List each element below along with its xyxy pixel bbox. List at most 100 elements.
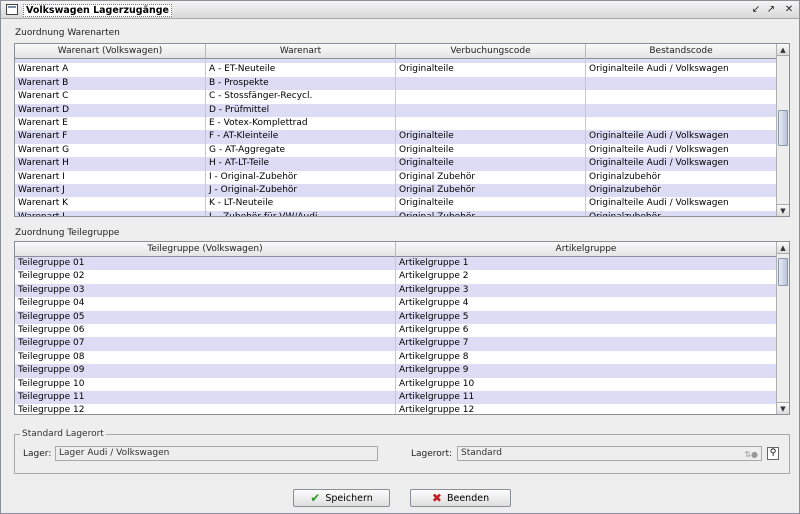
table-cell: Originalteile Audi / Volkswagen: [586, 197, 777, 211]
minimize-icon[interactable]: ↙: [750, 4, 762, 16]
teilegruppe-section-label: Zuordnung Teilegruppe: [15, 228, 120, 238]
sort-key-icon: ⇅●: [744, 450, 758, 459]
scroll-down-icon[interactable]: ▼: [777, 402, 789, 414]
table-cell: Artikelgruppe 3: [396, 283, 777, 298]
table-row[interactable]: Teilegruppe 08 Artikelgruppe 8: [15, 350, 777, 365]
teilegruppe-table: Teilegruppe (Volkswagen) Artikelgruppe Te…: [14, 241, 790, 415]
table-row[interactable]: Teilegruppe 05 Artikelgruppe 5: [15, 310, 777, 324]
save-button[interactable]: ✔ Speichern: [293, 489, 390, 507]
table-row[interactable]: Warenart CC - Stossfänger-Recycl.: [15, 90, 777, 104]
table-cell: Warenart B: [15, 76, 206, 91]
scroll-up-icon[interactable]: ▲: [777, 242, 789, 254]
teilegruppe-table-body: Teilegruppe 01 Artikelgruppe 1 Teilegruppe…: [15, 257, 777, 414]
warenarten-section-label: Zuordnung Warenarten: [15, 28, 120, 38]
table-cell: Warenart H: [15, 157, 206, 171]
table-cell: [396, 116, 586, 131]
close-button[interactable]: ✖ Beenden: [410, 489, 511, 507]
table-cell: Originalteile: [396, 63, 586, 77]
column-header[interactable]: Artikelgruppe: [396, 242, 777, 257]
table-cell: Originalteile Audi / Volkswagen: [586, 63, 777, 77]
column-header[interactable]: Warenart: [206, 44, 396, 59]
table-cell: Teilegruppe 03: [15, 283, 396, 298]
table-cell: Warenart L: [15, 210, 206, 216]
table-row[interactable]: Teilegruppe 01 Artikelgruppe 1: [15, 257, 777, 271]
table-cell: Artikelgruppe 6: [396, 323, 777, 338]
table-row[interactable]: Warenart GG - AT-Aggregate Originalteile O…: [15, 143, 777, 158]
table-row[interactable]: Warenart EE - Votex-Komplettrad: [15, 116, 777, 131]
title-bar[interactable]: Volkswagen Lagerzugänge ↙ ↗ ✕: [1, 1, 799, 19]
close-button-label: Beenden: [446, 492, 490, 504]
window: Volkswagen Lagerzugänge ↙ ↗ ✕ Zuordnung …: [0, 0, 800, 514]
warenarten-scrollbar[interactable]: ▲ ▼: [776, 44, 789, 216]
table-cell: Originalteile: [396, 157, 586, 171]
table-row[interactable]: Teilegruppe 12 Artikelgruppe 12: [15, 404, 777, 414]
table-cell: Originalteile: [396, 130, 586, 144]
table-cell: Teilegruppe 09: [15, 364, 396, 378]
scrollbar-thumb[interactable]: [778, 110, 788, 146]
table-cell: [586, 90, 777, 104]
table-cell: K - LT-Neuteile: [206, 197, 396, 211]
table-cell: Originalzubehör: [586, 210, 777, 216]
table-cell: J - Original-Zubehör: [206, 183, 396, 198]
table-row[interactable]: Warenart FF - AT-Kleinteile Originalteile…: [15, 130, 777, 144]
table-row[interactable]: Warenart AA - ET-Neuteile Originalteile Or…: [15, 63, 777, 77]
table-row[interactable]: Warenart JJ - Original-Zubehör Original Z…: [15, 183, 777, 198]
table-cell: Original Zubehör: [396, 210, 586, 216]
scroll-up-icon[interactable]: ▲: [777, 44, 789, 56]
table-cell: Artikelgruppe 8: [396, 350, 777, 365]
close-icon[interactable]: ✕: [783, 4, 795, 16]
table-row[interactable]: Teilegruppe 06 Artikelgruppe 6: [15, 323, 777, 338]
table-cell: Warenart K: [15, 197, 206, 211]
table-cell: Teilegruppe 08: [15, 350, 396, 365]
lagerort-field[interactable]: Standard ⇅●: [457, 446, 762, 461]
table-row[interactable]: Warenart LL - Zubehör für VW/Audi Origina…: [15, 210, 777, 216]
table-cell: Original Zubehör: [396, 183, 586, 198]
table-cell: Originalteile Audi / Volkswagen: [586, 130, 777, 144]
table-row[interactable]: Teilegruppe 02 Artikelgruppe 2: [15, 270, 777, 284]
table-row[interactable]: Warenart DD - Prüfmittel: [15, 103, 777, 117]
table-cell: Artikelgruppe 9: [396, 364, 777, 378]
table-cell: Artikelgruppe 10: [396, 377, 777, 391]
column-header[interactable]: Bestandscode: [586, 44, 777, 59]
table-cell: A - ET-Neuteile: [206, 63, 396, 77]
table-cell: Originalteile Audi / Volkswagen: [586, 157, 777, 171]
lagerort-lookup-button[interactable]: ⚲: [767, 447, 779, 460]
teilegruppe-scrollbar[interactable]: ▲ ▼: [776, 242, 789, 414]
table-cell: Teilegruppe 07: [15, 337, 396, 351]
save-button-label: Speichern: [325, 492, 373, 504]
warenarten-table-header: Warenart (Volkswagen) Warenart Verbuchungs…: [15, 44, 777, 59]
table-cell: Artikelgruppe 1: [396, 257, 777, 271]
scrollbar-thumb[interactable]: [778, 258, 788, 286]
column-header[interactable]: Verbuchungscode: [396, 44, 586, 59]
table-cell: Warenart J: [15, 183, 206, 198]
table-cell: Teilegruppe 06: [15, 323, 396, 338]
table-row[interactable]: Warenart HH - AT-LT-Teile Originalteile Or…: [15, 157, 777, 171]
scroll-down-icon[interactable]: ▼: [777, 204, 789, 216]
table-row[interactable]: Teilegruppe 07 Artikelgruppe 7: [15, 337, 777, 351]
table-row[interactable]: Teilegruppe 04 Artikelgruppe 4: [15, 297, 777, 311]
table-cell: I - Original-Zubehör: [206, 170, 396, 184]
table-cell: L - Zubehör für VW/Audi: [206, 210, 396, 216]
table-cell: Originalzubehör: [586, 183, 777, 198]
maximize-icon[interactable]: ↗: [765, 4, 777, 16]
table-cell: C - Stossfänger-Recycl.: [206, 90, 396, 104]
table-row[interactable]: Warenart KK - LT-Neuteile Originalteile Or…: [15, 197, 777, 211]
table-cell: Warenart C: [15, 90, 206, 104]
table-row[interactable]: Teilegruppe 03 Artikelgruppe 3: [15, 283, 777, 298]
table-row[interactable]: Warenart II - Original-Zubehör Original Z…: [15, 170, 777, 184]
table-cell: [396, 76, 586, 91]
table-cell: E - Votex-Komplettrad: [206, 116, 396, 131]
table-row[interactable]: Warenart BB - Prospekte: [15, 76, 777, 91]
table-row[interactable]: Teilegruppe 11 Artikelgruppe 11: [15, 390, 777, 405]
table-row[interactable]: Teilegruppe 09 Artikelgruppe 9: [15, 364, 777, 378]
standard-lagerort-title: Standard Lagerort: [20, 429, 106, 439]
lagerort-label: Lagerort:: [411, 449, 453, 459]
table-row[interactable]: Teilegruppe 10 Artikelgruppe 10: [15, 377, 777, 391]
column-header[interactable]: Warenart (Volkswagen): [15, 44, 206, 59]
table-cell: Warenart D: [15, 103, 206, 117]
table-cell: Warenart G: [15, 143, 206, 158]
lager-field[interactable]: Lager Audi / Volkswagen: [55, 446, 378, 461]
lager-label: Lager:: [23, 449, 52, 459]
table-cell: G - AT-Aggregate: [206, 143, 396, 158]
column-header[interactable]: Teilegruppe (Volkswagen): [15, 242, 396, 257]
